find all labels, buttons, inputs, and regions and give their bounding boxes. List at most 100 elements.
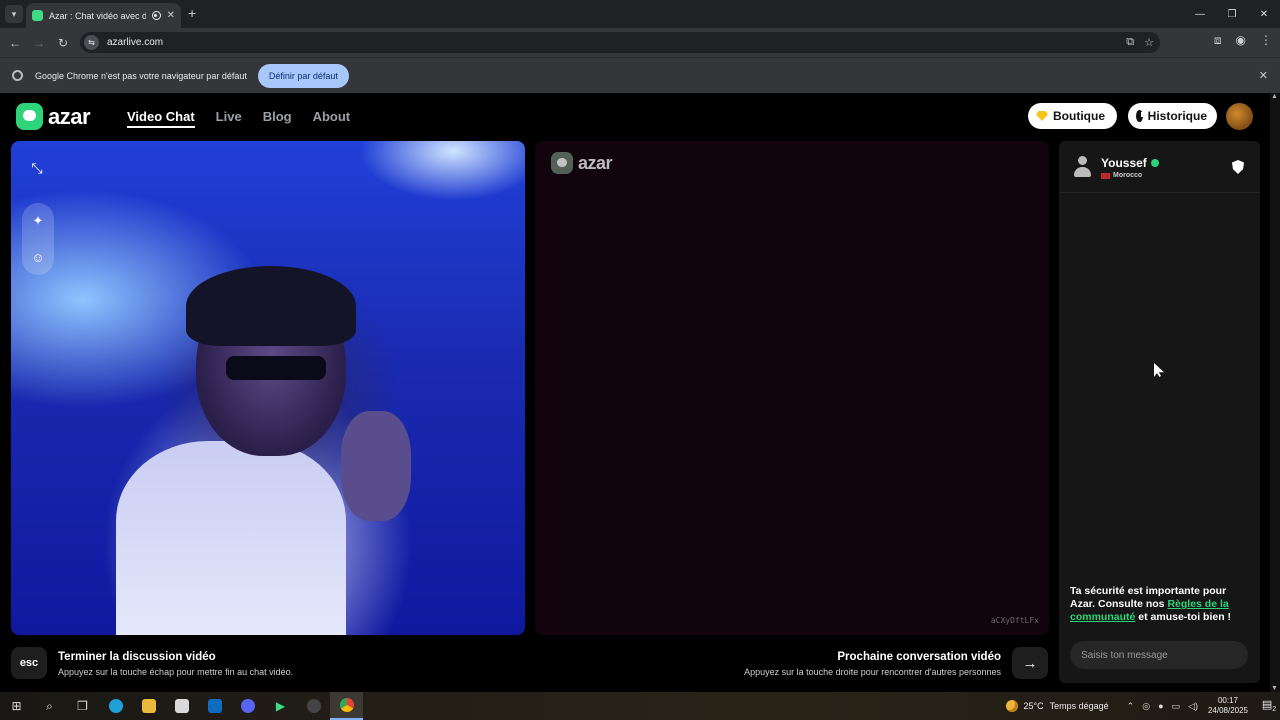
end-chat-hint: Terminer la discussion vidéo Appuyez sur…: [58, 651, 293, 677]
watermark-text: azar: [578, 152, 613, 173]
file-explorer-icon[interactable]: [132, 692, 165, 720]
nav-video-chat[interactable]: Video Chat: [127, 109, 195, 128]
remote-video: azar aCXyDftLFx: [535, 141, 1049, 635]
address-bar[interactable]: ⇆ azarlive.com ⧉ ☆: [80, 32, 1160, 53]
browser-tab-azar[interactable]: Azar : Chat vidéo avec de n ✕: [26, 3, 181, 28]
minimize-icon[interactable]: —: [1184, 0, 1216, 28]
microphone-icon[interactable]: ●: [1158, 701, 1163, 711]
back-icon[interactable]: ←: [3, 36, 27, 50]
chat-header: Youssef Morocco: [1059, 141, 1260, 193]
system-tray: 25°C Temps dégagé ⌃ ◎ ● ▭ ◁) 00:17 24/08…: [1005, 692, 1280, 720]
taskbar-clock[interactable]: 00:17 24/08/2025: [1208, 696, 1248, 716]
bookmark-star-icon[interactable]: ☆: [1144, 36, 1154, 49]
edge-icon[interactable]: [99, 692, 132, 720]
set-default-button[interactable]: Définir par défaut: [257, 63, 349, 88]
page-scrollbar[interactable]: [1270, 93, 1280, 692]
user-avatar[interactable]: [1226, 103, 1253, 130]
nav-live[interactable]: Live: [216, 109, 242, 128]
end-chat-sub: Appuyez sur la touche échap pour mettre …: [58, 667, 294, 677]
nav-about[interactable]: About: [313, 109, 351, 128]
weather-temp: 25°C: [1023, 701, 1044, 711]
shop-button[interactable]: Boutique: [1028, 103, 1117, 129]
chrome-menu-icon[interactable]: ⋮: [1260, 33, 1272, 48]
local-video: ⤡ ✦ ☺: [11, 141, 525, 635]
shield-icon[interactable]: [1232, 160, 1244, 174]
reload-icon[interactable]: ↻: [51, 36, 75, 50]
azar-logo[interactable]: azar: [16, 103, 91, 130]
user-icon: [1074, 156, 1091, 178]
infobar-close-icon[interactable]: ✕: [1259, 69, 1268, 82]
tab-close-icon[interactable]: ✕: [167, 10, 175, 21]
forward-icon[interactable]: →: [27, 36, 51, 50]
chrome-taskbar-icon[interactable]: [330, 692, 363, 720]
moon-icon: [1005, 700, 1018, 712]
windows-taskbar: ⊞ ⌕ ❐ ▶ 25°C Temps dégagé ⌃ ◎ ● ▭ ◁) 00:…: [0, 692, 1280, 720]
default-browser-infobar: Google Chrome n'est pas votre navigateur…: [0, 57, 1280, 93]
extensions-icon[interactable]: ⧈: [1214, 33, 1222, 48]
outlook-icon[interactable]: [198, 692, 231, 720]
history-button[interactable]: Historique: [1128, 103, 1217, 129]
azar-watermark-icon: [551, 152, 573, 174]
new-tab-icon[interactable]: +: [188, 5, 196, 21]
end-chat-title: Terminer la discussion vidéo: [58, 651, 216, 663]
remote-video-watermark: azar: [551, 152, 613, 174]
clock-time: 00:17: [1217, 696, 1238, 705]
nav-blog[interactable]: Blog: [263, 109, 292, 128]
country-text: Morocco: [1113, 172, 1143, 179]
partner-name-text: Youssef: [1101, 156, 1147, 170]
azar-favicon-icon: [32, 10, 43, 21]
maximize-icon[interactable]: ❐: [1216, 0, 1248, 28]
azar-logo-text: azar: [48, 103, 91, 129]
browser-toolbar: ← → ↻ ⇆ azarlive.com ⧉ ☆ ⧈ ◉ ⋮: [0, 28, 1280, 57]
weather-desc: Temps dégagé: [1049, 701, 1109, 711]
main-nav: Video Chat Live Blog About: [127, 109, 350, 128]
esc-key-button[interactable]: esc: [11, 647, 47, 679]
site-info-icon[interactable]: ⇆: [84, 35, 99, 50]
arrow-right-icon: →: [1022, 654, 1038, 672]
discord-icon[interactable]: [231, 692, 264, 720]
partner-country: Morocco: [1101, 172, 1142, 179]
notification-center-icon[interactable]: ▤2: [1258, 698, 1280, 713]
battery-icon[interactable]: ▭: [1172, 701, 1181, 712]
window-controls: — ❐ ✕: [1184, 0, 1280, 28]
tab-search-icon[interactable]: ▾: [5, 5, 23, 23]
next-chat-title: Prochaine conversation vidéo: [837, 651, 1001, 663]
next-chat-hint: Prochaine conversation vidéo Appuyez sur…: [744, 651, 1001, 677]
url-text: azarlive.com: [107, 37, 164, 48]
store-icon[interactable]: [165, 692, 198, 720]
close-window-icon[interactable]: ✕: [1248, 0, 1280, 28]
network-icon[interactable]: ◎: [1142, 701, 1150, 712]
clock-date: 24/08/2025: [1207, 706, 1248, 715]
media-player-icon[interactable]: ▶: [264, 692, 297, 720]
gem-icon: [1036, 111, 1048, 121]
chrome-icon: [12, 70, 23, 81]
safety-text-2: et amuse-toi bien !: [1135, 611, 1232, 623]
show-hidden-icons-icon[interactable]: ⌃: [1127, 701, 1135, 712]
browser-tabbar: ▾ Azar : Chat vidéo avec de n ✕ + — ❐ ✕: [0, 0, 1280, 28]
session-id: aCXyDftLFx: [990, 616, 1039, 625]
profile-icon[interactable]: ◉: [1236, 33, 1246, 48]
minimize-video-icon[interactable]: ⤡: [25, 156, 49, 180]
shop-label: Boutique: [1053, 109, 1105, 123]
obs-icon[interactable]: [297, 692, 330, 720]
weather-widget[interactable]: 25°C Temps dégagé: [1005, 700, 1109, 712]
chat-panel: Youssef Morocco Ta sécurité est importan…: [1059, 141, 1260, 683]
message-input[interactable]: [1070, 641, 1248, 669]
infobar-text: Google Chrome n'est pas votre navigateur…: [35, 70, 247, 81]
windows-start-icon[interactable]: ⊞: [0, 692, 33, 720]
search-icon[interactable]: ⌕: [33, 692, 66, 720]
next-arrow-button[interactable]: →: [1012, 647, 1048, 679]
morocco-flag-icon: [1101, 172, 1110, 179]
face-filter-icon[interactable]: ☺: [31, 250, 44, 265]
video-effects-toolbar: ✦ ☺: [22, 203, 54, 275]
cast-icon[interactable]: ⧉: [1126, 36, 1134, 49]
safety-notice: Ta sécurité est importante pour Azar. Co…: [1070, 585, 1250, 624]
online-status-icon: [1150, 159, 1159, 167]
tab-title: Azar : Chat vidéo avec de n: [49, 10, 146, 21]
clock-icon: [1136, 110, 1143, 122]
recording-icon: [151, 11, 161, 20]
task-view-icon[interactable]: ❐: [66, 692, 99, 720]
sparkle-effects-icon[interactable]: ✦: [33, 213, 44, 229]
volume-icon[interactable]: ◁): [1188, 701, 1198, 712]
history-label: Historique: [1147, 109, 1207, 123]
